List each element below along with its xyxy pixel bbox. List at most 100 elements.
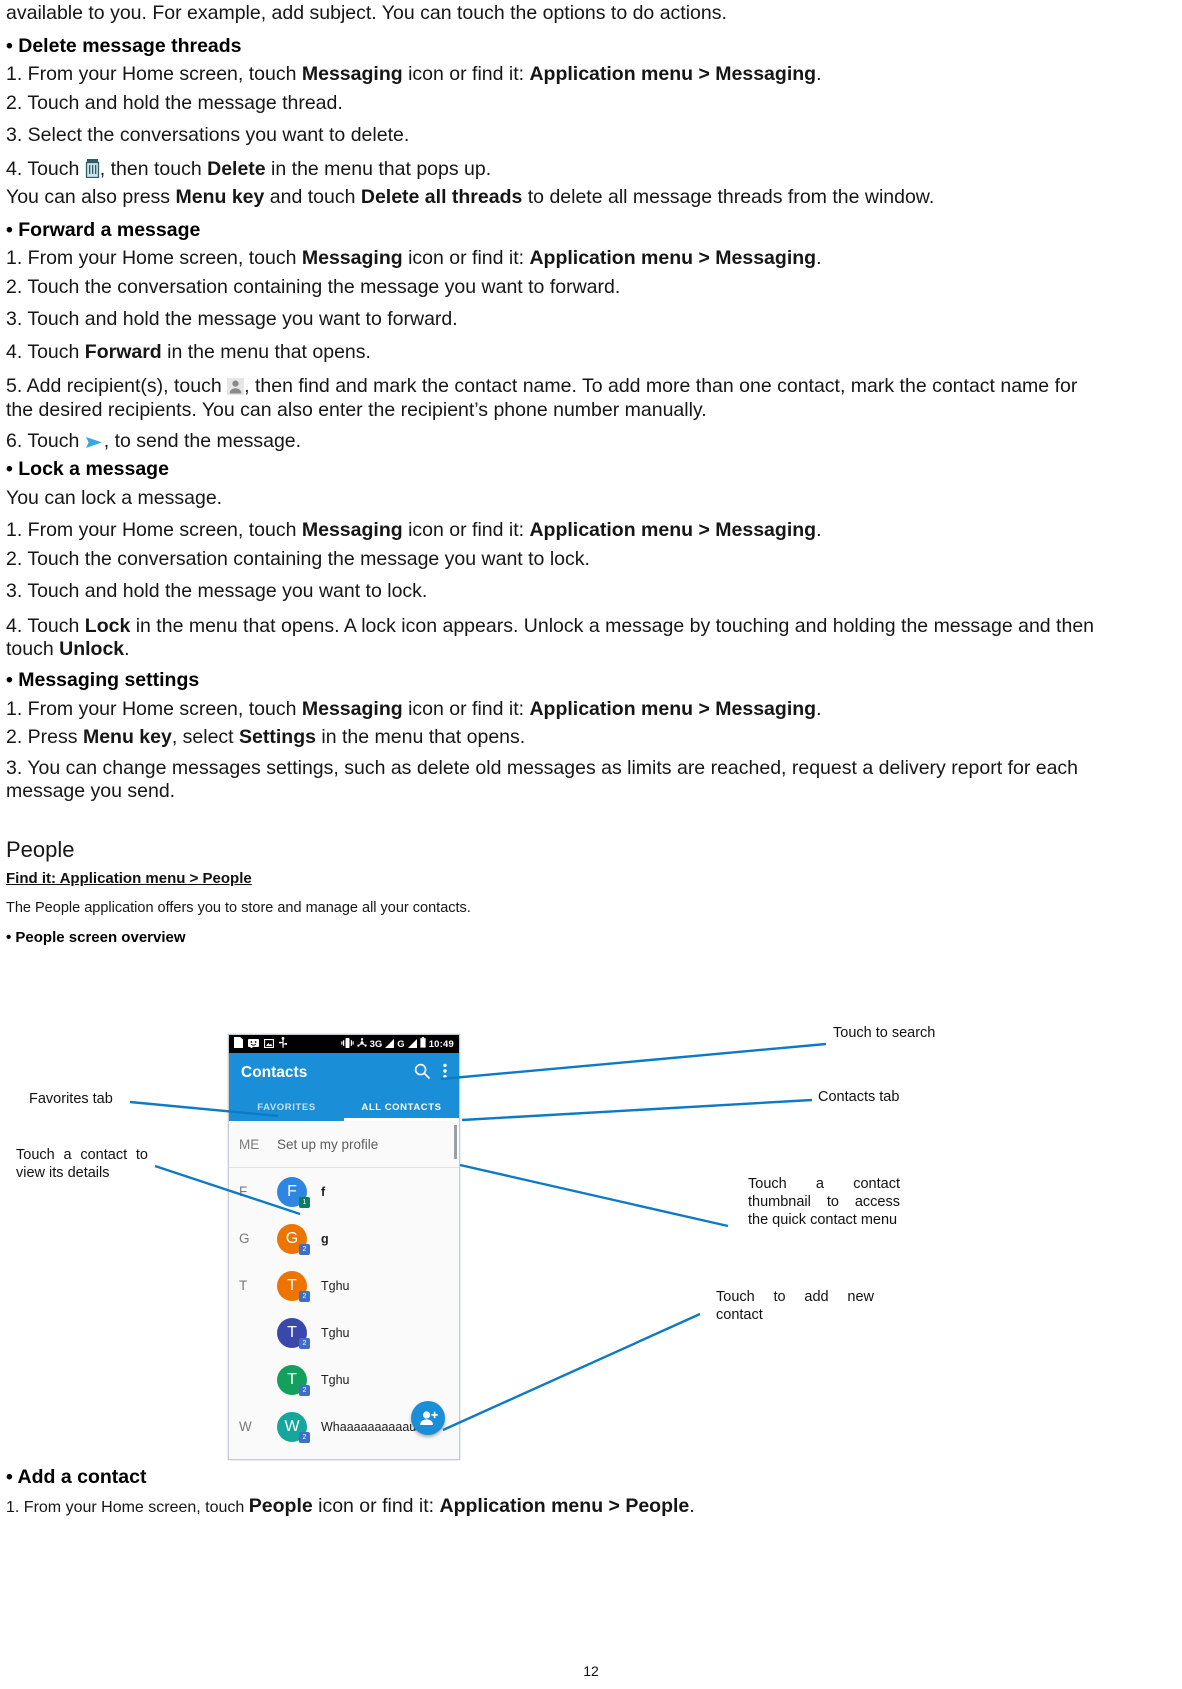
send-icon [85,435,104,450]
status-bar: 3G G 10:49 [229,1035,459,1053]
avatar[interactable]: W 2 [277,1411,310,1443]
tab-bar: FAVORITES ALL CONTACTS [229,1093,459,1121]
avatar-initial: F [287,1182,297,1200]
person-icon [227,378,245,395]
section-heading-settings: • Messaging settings [6,669,200,692]
step-line: 2. Touch the conversation containing the… [6,547,590,570]
avatar[interactable]: T 2 [277,1270,310,1302]
usb-icon [279,1035,287,1053]
page-title-people: People [6,837,75,863]
avatar[interactable]: T 2 [277,1317,310,1349]
app-title: Contacts [241,1064,308,1081]
account-badge: 2 [299,1290,310,1302]
section-index: T [239,1278,248,1293]
step-line: 2. Press Menu key, select Settings in th… [6,726,526,749]
step-line-with-icon: 5. Add recipient(s), touch , then find a… [6,375,1078,421]
step-line: 1. From your Home screen, touch Messagin… [6,63,822,85]
callout-favorites-tab: Favorites tab [29,1091,113,1107]
trash-icon [85,158,100,178]
section-heading-delete: • Delete message threads [6,34,242,57]
list-item[interactable]: T 2 Tghu [229,1309,459,1356]
step-line: 4. Touch Lock in the menu that opens. A … [6,614,1095,661]
callout-view-details: Touch a contact to view its details [16,1147,148,1182]
section-index: G [239,1231,250,1246]
network-label: 3G [369,1038,383,1050]
more-vert-icon[interactable] [443,1063,447,1084]
callout-touch-to-search: Touch to search [833,1025,936,1041]
manual-page: available to you. For example, add subje… [0,0,1182,1689]
search-icon[interactable] [414,1063,430,1084]
signal-icon [385,1035,395,1053]
scrollbar[interactable] [454,1125,457,1159]
tab-all-contacts[interactable]: ALL CONTACTS [344,1093,459,1121]
vibrate-icon [340,1035,354,1053]
list-item[interactable]: T T 2 Tghu [229,1262,459,1309]
find-it-path: Find it: Application menu > People [6,870,252,888]
callout-thumbnail-quick-contact: Touch a contact thumbnail to access the … [748,1176,900,1229]
add-contact-icon[interactable] [411,1401,445,1435]
avatar[interactable]: G 2 [277,1223,310,1255]
list-item[interactable]: G G 2 g [229,1215,459,1262]
list-item[interactable]: F F 1 f [229,1168,459,1215]
avatar[interactable]: T 2 [277,1364,310,1396]
battery-icon [420,1035,426,1053]
list-item[interactable]: T 2 Tghu [229,1356,459,1403]
network2-label: G [397,1038,405,1050]
intro-line: available to you. For example, add subje… [6,2,727,24]
step-line: 1. From your Home screen, touch Messagin… [6,697,822,720]
lock-lead: You can lock a message. [6,486,223,509]
avatar[interactable]: F 1 [277,1176,310,1208]
contact-name: Tghu [321,1372,350,1387]
step-line-with-icon: 6. Touch , to send the message. [6,429,302,452]
app-bar: Contacts [229,1053,459,1093]
section-heading-lock: • Lock a message [6,458,169,481]
contact-name: Tghu [321,1325,350,1340]
people-description: The People application offers you to sto… [6,899,471,916]
me-index: ME [239,1136,260,1152]
section-heading-add-contact: • Add a contact [6,1466,147,1488]
avatar-initial: G [285,1229,299,1247]
step-line: 1. From your Home screen, touch Messagin… [6,247,822,269]
account-badge: 2 [299,1431,310,1443]
account-badge: 2 [299,1337,310,1349]
avatar-initial: T [287,1276,297,1294]
contact-name: Whaaaaaaaaaau [321,1419,417,1434]
step-line: 1. From your Home screen, touch Messagin… [6,519,822,542]
account-badge: 2 [299,1243,310,1255]
avatar-initial: T [287,1370,297,1388]
contact-list[interactable]: ME Set up my profile F F 1 f G G 2 g T T… [229,1121,459,1459]
avatar-initial: T [287,1323,297,1341]
contact-name: Tghu [321,1278,350,1293]
people-overview-heading: • People screen overview [6,928,186,946]
contact-name: g [321,1231,329,1246]
message-icon [248,1035,259,1053]
sync-icon [356,1035,367,1053]
step-line: 3. Select the conversations you want to … [6,124,410,146]
clock-label: 10:49 [428,1038,454,1050]
contact-name: f [321,1184,326,1199]
step-line: 4. Touch Forward in the menu that opens. [6,340,371,363]
step-line: 3. Touch and hold the message you want t… [6,580,428,603]
sim-icon [234,1035,243,1053]
account-badge: 2 [299,1384,310,1396]
callout-add-new-contact: Touch to add new contact [716,1289,874,1324]
signal2-icon [407,1035,417,1053]
section-heading-forward: • Forward a message [6,218,201,241]
section-index: F [239,1184,248,1199]
phone-screenshot: 3G G 10:49 Contacts FAVORITES ALL CONTAC… [228,1034,460,1460]
step-line: 2. Touch the conversation containing the… [6,275,621,298]
screenshot-icon [263,1035,275,1053]
tab-favorites[interactable]: FAVORITES [229,1093,344,1121]
step-line: 2. Touch and hold the message thread. [6,91,343,114]
page-number: 12 [583,1663,599,1679]
section-index: W [239,1419,252,1434]
me-label: Set up my profile [277,1136,379,1152]
status-left-icons [234,1035,287,1053]
step-line-with-icon: 4. Touch , then touch Delete in the menu… [6,157,492,180]
avatar-initial: W [284,1417,300,1435]
callout-contacts-tab: Contacts tab [818,1089,900,1105]
note-line: You can also press Menu key and touch De… [6,186,935,208]
list-item-me[interactable]: ME Set up my profile [229,1121,459,1168]
status-right-icons: 3G G 10:49 [340,1035,454,1053]
account-badge: 1 [299,1196,310,1208]
